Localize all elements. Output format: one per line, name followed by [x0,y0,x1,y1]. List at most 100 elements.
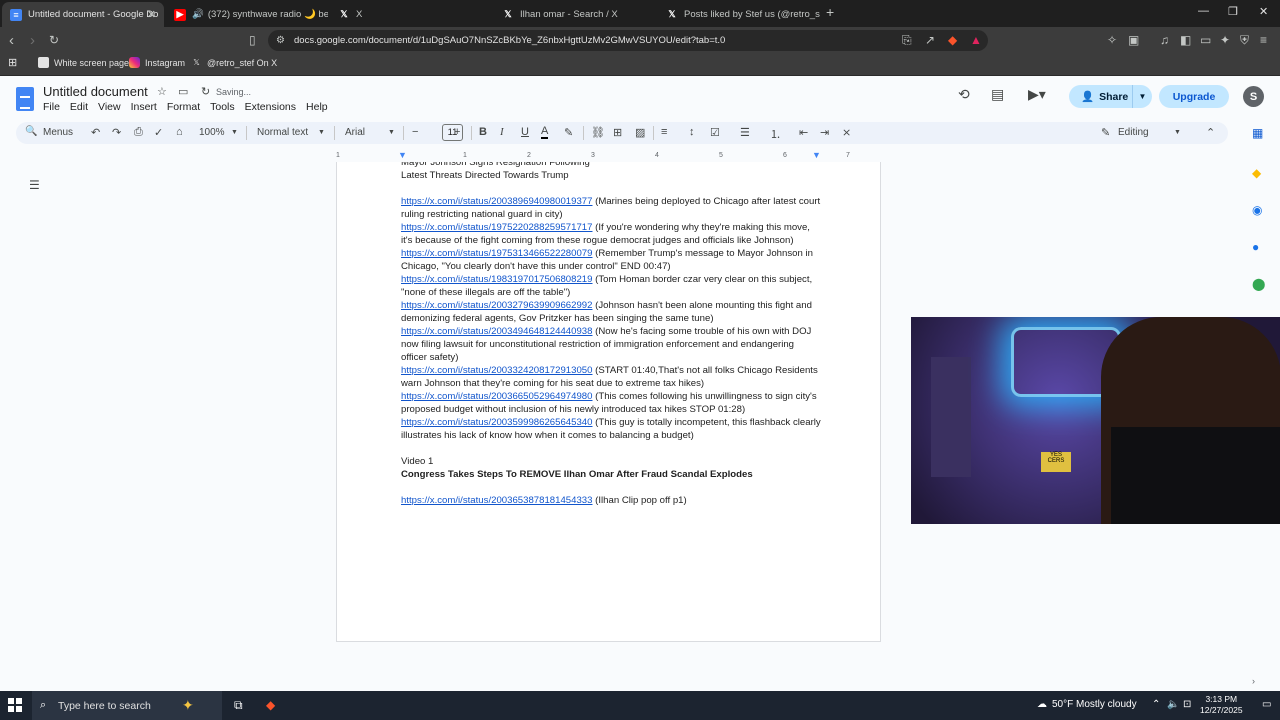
menu-file[interactable]: File [43,101,60,113]
collapse-toolbar-icon[interactable]: ⌃ [1206,126,1215,139]
increase-indent-icon[interactable]: ⇥ [820,126,829,139]
menus-search[interactable]: Menus [43,127,73,138]
tab-youtube[interactable]: ▶ 🔊 (372) synthwave radio 🌙 beats [166,2,328,27]
italic-icon[interactable]: I [500,126,504,138]
reload-icon[interactable]: ↻ [49,33,59,47]
document-title[interactable]: Untitled document [43,84,148,99]
leo-ai-icon[interactable]: ✦ [1220,33,1230,47]
windows-start-icon[interactable] [8,698,22,712]
sidebar-icon[interactable]: ◧ [1180,33,1191,47]
menu-edit[interactable]: Edit [70,101,88,113]
zoom-select[interactable]: 100% [199,127,225,138]
search-icon[interactable]: 🔍 [25,126,37,137]
highlight-icon[interactable]: ✎ [564,126,573,139]
back-icon[interactable]: ‹ [9,32,14,49]
document-link[interactable]: https://x.com/i/status/19753134665222800… [401,248,592,259]
restore-icon[interactable]: ❐ [1228,5,1238,18]
meet-icon[interactable]: ▶▾ [1028,86,1046,103]
document-page[interactable]: Mayor Johnson Signs Resignation Followin… [336,162,881,642]
right-indent-marker-icon[interactable]: ▼ [812,150,821,160]
keep-icon[interactable]: ◆ [1252,166,1261,180]
volume-icon[interactable]: 🔈 [1167,699,1179,710]
brave-browser-icon[interactable]: ◆ [266,698,275,712]
install-icon[interactable]: ⎘ [902,33,912,48]
maps-icon[interactable]: ⬤ [1252,277,1265,291]
share-button[interactable]: 👤 Share ▼ [1069,85,1152,108]
underline-icon[interactable]: U [521,126,529,138]
wallet-icon[interactable]: ▭ [1200,33,1211,47]
document-link[interactable]: https://x.com/i/status/20034946481244409… [401,326,592,337]
chevron-down-icon[interactable]: ▼ [1132,85,1152,108]
comments-icon[interactable]: ▤ [991,86,1004,103]
forward-icon[interactable]: › [30,32,35,49]
tab-x[interactable]: 𝕏 X [330,2,492,27]
add-comment-icon[interactable]: ⊞ [613,126,622,139]
window-close-icon[interactable]: ✕ [1259,5,1268,18]
insert-image-icon[interactable]: ▨ [635,126,645,139]
apps-grid-icon[interactable]: ⊞ [8,56,17,69]
system-clock[interactable]: 3:13 PM 12/27/2025 [1200,694,1243,716]
document-link[interactable]: https://x.com/i/status/20033242081729130… [401,365,592,376]
menu-icon[interactable]: ≡ [1260,33,1267,47]
url-field[interactable]: ⚙ docs.google.com/document/d/1uDgSAuO7Nn… [268,30,988,51]
task-view-icon[interactable]: ⧉ [234,698,243,713]
document-body[interactable]: Mayor Johnson Signs Resignation Followin… [401,162,821,507]
scroll-down-icon[interactable]: › [1252,676,1255,686]
music-icon[interactable]: ♫ [1160,33,1169,47]
redo-icon[interactable]: ↷ [112,126,121,139]
decrease-indent-icon[interactable]: ⇤ [799,126,808,139]
upgrade-button[interactable]: Upgrade [1159,85,1229,108]
clear-formatting-icon[interactable]: ⨯ [842,126,851,139]
bookmark-white-screen[interactable]: White screen page [38,57,129,68]
brave-rewards-icon[interactable]: ▲ [970,33,982,47]
extensions-icon[interactable]: ✧ [1107,33,1117,47]
print-icon[interactable]: ⎙ [134,126,143,139]
docs-logo-icon[interactable] [16,87,34,111]
brave-shield-icon[interactable]: ◆ [948,33,957,47]
indent-marker-icon[interactable]: ▼ [398,150,407,160]
document-link[interactable]: https://x.com/i/status/20036538781814543… [401,495,592,506]
font-select[interactable]: Arial [345,127,365,138]
undo-icon[interactable]: ↶ [91,126,100,139]
increase-font-icon[interactable]: + [454,126,460,138]
bookmark-icon[interactable]: ▯ [249,33,256,47]
style-select[interactable]: Normal text [257,127,308,138]
taskbar-search-input[interactable]: ⌕ Type here to search ✦ [32,691,222,720]
spellcheck-icon[interactable]: ✓ [154,126,163,139]
avatar[interactable]: S [1243,86,1264,107]
document-outline-icon[interactable]: ☰ [29,178,40,192]
bookmark-instagram[interactable]: Instagram [129,57,185,68]
text-color-icon[interactable]: A [541,126,549,139]
vpn-icon[interactable]: ⛨ [1240,33,1249,48]
screenshot-icon[interactable]: ▣ [1128,33,1139,47]
calendar-icon[interactable]: ▦ [1252,126,1263,140]
chevron-up-icon[interactable]: ⌃ [1152,699,1160,710]
weather-widget[interactable]: ☁ 50°F Mostly cloudy [1037,699,1137,710]
mode-select[interactable]: Editing [1118,127,1149,138]
decrease-font-icon[interactable]: − [412,126,418,138]
tab-google-docs[interactable]: ≡ Untitled document - Google Do ✕ [2,2,164,27]
tasks-icon[interactable]: ◉ [1252,203,1262,217]
menu-tools[interactable]: Tools [210,101,235,113]
menu-view[interactable]: View [98,101,121,113]
bookmark-retro-stef[interactable]: 𝕏 @retro_stef On X [191,57,277,68]
document-link[interactable]: https://x.com/i/status/20032796399096629… [401,300,592,311]
menu-extensions[interactable]: Extensions [245,101,296,113]
tab-x-likes[interactable]: 𝕏 Posts liked by Stef us (@retro_stef) / [658,2,820,27]
close-icon[interactable]: ✕ [147,8,156,21]
paint-format-icon[interactable]: ⌂ [176,126,183,138]
bold-icon[interactable]: B [479,126,487,138]
document-link[interactable]: https://x.com/i/status/20036650529649749… [401,391,592,402]
site-info-icon[interactable]: ⚙ [276,35,285,46]
document-link[interactable]: https://x.com/i/status/19752202882595717… [401,222,592,233]
document-link[interactable]: https://x.com/i/status/20038969409800193… [401,196,592,207]
menu-format[interactable]: Format [167,101,200,113]
minimize-icon[interactable]: — [1198,5,1209,17]
bulleted-list-icon[interactable]: ☰ [740,126,750,139]
align-icon[interactable]: ≡ [661,126,667,138]
numbered-list-icon[interactable]: ⒈ [770,126,781,142]
tab-x-search[interactable]: 𝕏 Ilhan omar - Search / X [494,2,656,27]
new-tab-icon[interactable]: + [826,4,834,20]
menu-help[interactable]: Help [306,101,328,113]
share-page-icon[interactable]: ↗ [925,33,935,47]
